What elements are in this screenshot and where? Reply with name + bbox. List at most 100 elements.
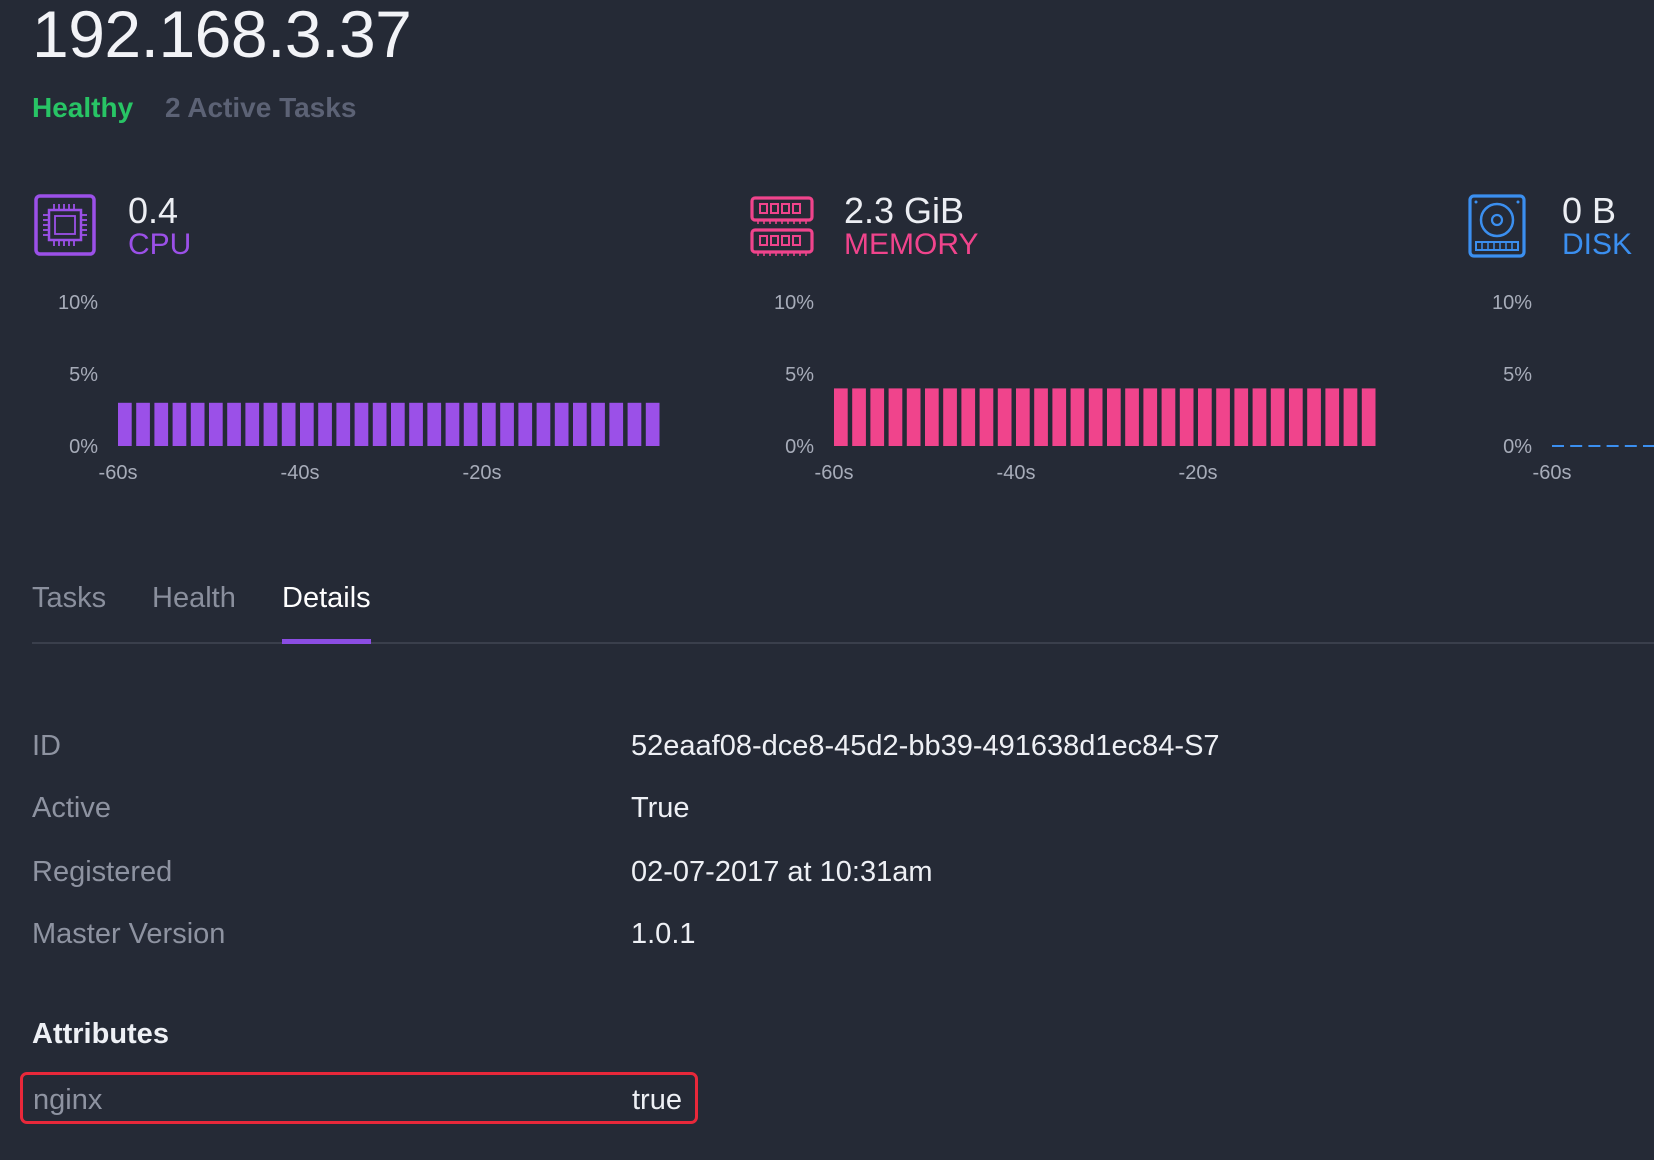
attribute-key: nginx [33,1084,103,1116]
tab-bar: Tasks Health Details [32,582,1654,644]
y-tick-label: 0% [785,436,814,458]
x-tick-label: -40s [281,462,320,484]
bar [427,402,442,446]
bar [336,402,351,446]
bar [627,402,642,446]
bar [997,388,1012,446]
bar [591,402,605,446]
bar [482,402,496,446]
bar [518,402,533,446]
x-tick-label: -20s [463,462,502,484]
bar [870,388,885,446]
detail-value: 02-07-2017 at 10:31am [631,856,933,888]
bar [1198,388,1212,446]
bar [1289,388,1303,446]
y-tick-label: 5% [1503,364,1532,386]
bar [1325,388,1340,446]
detail-row-id: ID 52eaaf08-dce8-45d2-bb39-491638d1ec84-… [32,730,1332,770]
y-tick-label: 0% [69,436,98,458]
disk-value: 0 B [1562,190,1617,231]
bar [1270,388,1285,446]
detail-label: ID [32,730,61,762]
bar [118,402,132,446]
bar [209,402,223,446]
bar [1016,388,1030,446]
bar [372,402,387,446]
tab-health[interactable]: Health [152,582,236,642]
bar [263,402,278,446]
bar [1307,388,1321,446]
x-tick-label: -20s [1179,462,1218,484]
bar [925,388,939,446]
bar [852,388,866,446]
bar [409,402,423,446]
health-status: Healthy [32,92,134,123]
bar [391,402,405,446]
bar [554,402,569,446]
bar [190,402,205,446]
bar [1179,388,1194,446]
x-tick-label: -60s [815,462,854,484]
disk-usage-chart: 10% 5% 0%-60s [1492,292,1654,484]
bar [645,402,660,446]
bar [500,402,514,446]
detail-label: Master Version [32,918,226,950]
memory-label: MEMORY [844,228,979,261]
attribute-row-highlighted: nginx true [20,1072,698,1124]
page-title: 192.168.3.37 [32,0,412,71]
bar [154,402,169,446]
cpu-label: CPU [128,228,192,261]
detail-value: 1.0.1 [631,918,696,950]
bar [834,388,848,446]
bar [906,388,921,446]
bar [979,388,994,446]
bar [1361,388,1376,446]
bar [1161,388,1176,446]
memory-usage-chart: 10% 5% 0%-60s -40s -20s [774,292,1376,484]
cpu-usage-chart: 10% 5% 0%-60s -40s -20s [58,292,660,484]
attribute-value: true [632,1084,682,1116]
detail-row-registered: Registered 02-07-2017 at 10:31am [32,856,1332,896]
bar [1034,388,1048,446]
bar [354,402,369,446]
memory-value: 2.3 GiB [844,190,965,231]
y-tick-label: 0% [1503,436,1532,458]
x-tick-label: -60s [99,462,138,484]
bar [573,402,587,446]
bar [1107,388,1121,446]
bar [245,402,260,446]
x-tick-label: -40s [997,462,1036,484]
bar [300,402,314,446]
detail-label: Active [32,792,111,824]
detail-value: True [631,792,690,824]
attributes-heading: Attributes [32,1018,169,1050]
bar [445,402,460,446]
memory-ram-icon [750,196,814,256]
y-tick-label: 10% [58,292,98,314]
bar [318,402,332,446]
bar [1252,388,1267,446]
detail-row-master-version: Master Version 1.0.1 [32,918,1332,958]
x-tick-label: -60s [1533,462,1572,484]
active-tasks-count: 2 Active Tasks [164,92,357,123]
status-row: Healthy 2 Active Tasks [32,92,356,124]
y-tick-label: 10% [1492,292,1532,314]
disk-label: DISK [1562,228,1633,261]
bar [609,402,624,446]
tab-details[interactable]: Details [282,582,371,644]
tab-tasks[interactable]: Tasks [32,582,106,642]
bar [1143,388,1158,446]
bar [1070,388,1085,446]
bar [1234,388,1249,446]
y-tick-label: 5% [785,364,814,386]
detail-label: Registered [32,856,173,888]
disk-drive-icon [1468,194,1526,258]
bar [536,402,551,446]
bar [281,402,296,446]
y-tick-label: 10% [774,292,814,314]
node-detail-page: 192.168.3.37 Healthy 2 Active Tasks 0.4 … [0,0,1654,1160]
detail-row-active: Active True [32,792,1332,832]
bar [1088,388,1103,446]
y-tick-label: 5% [69,364,98,386]
bar [961,388,976,446]
